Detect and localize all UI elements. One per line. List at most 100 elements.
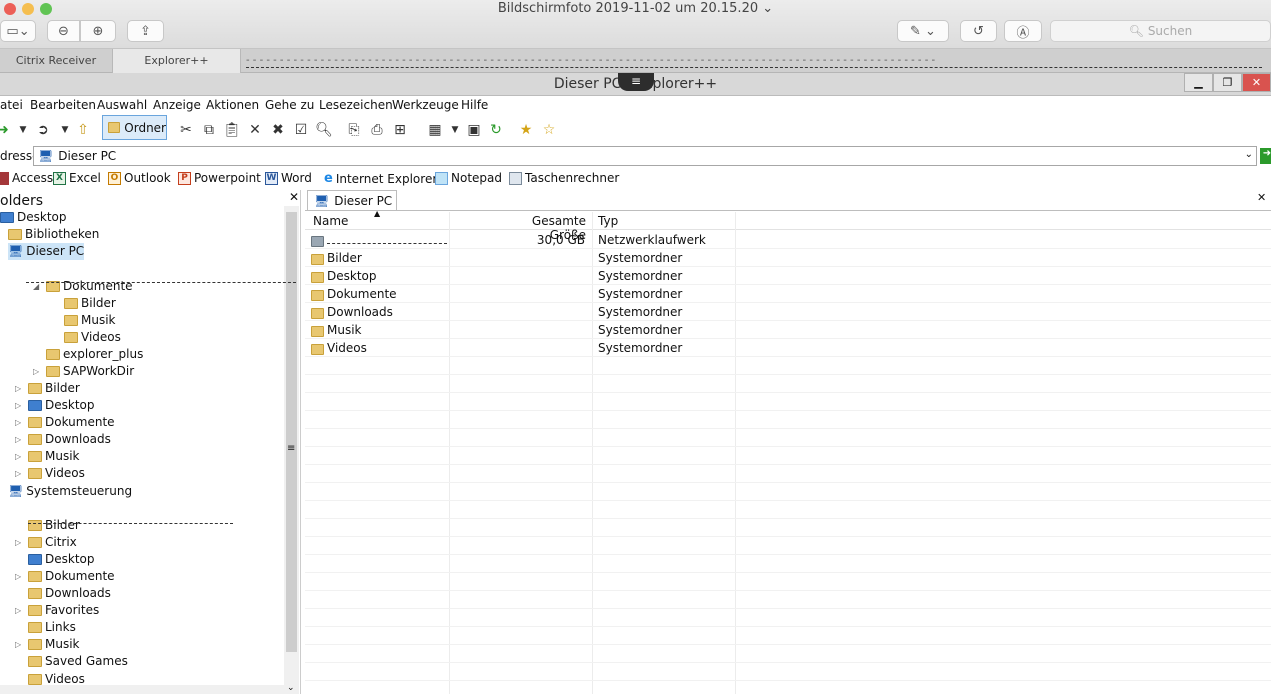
- chevron-down-icon[interactable]: ⌄: [1245, 149, 1253, 160]
- file-row[interactable]: Desktop Systemordner: [305, 267, 1271, 285]
- tree-item[interactable]: Bibliotheken: [8, 226, 99, 243]
- tab-citrix-receiver[interactable]: Citrix Receiver: [0, 49, 113, 73]
- close-tab-icon[interactable]: ✕: [1257, 191, 1266, 204]
- expand-icon[interactable]: ◢: [33, 282, 39, 291]
- tree-item[interactable]: Musik: [64, 312, 116, 329]
- refresh-icon[interactable]: ↻: [487, 121, 505, 139]
- file-row[interactable]: Downloads Systemordner: [305, 303, 1271, 321]
- tree-item[interactable]: Desktop: [0, 209, 67, 226]
- bookmark-outlook[interactable]: O Outlook: [108, 171, 171, 185]
- menu-aktionen[interactable]: Aktionen: [206, 98, 259, 112]
- menu-datei[interactable]: atei: [0, 98, 23, 112]
- menu-werkzeuge[interactable]: Werkzeuge: [392, 98, 459, 112]
- copy-to-icon[interactable]: ⎘: [345, 121, 363, 139]
- delete-icon[interactable]: ✕: [246, 121, 264, 139]
- tree-item[interactable]: Videos: [64, 329, 121, 346]
- file-row[interactable]: Dokumente Systemordner: [305, 285, 1271, 303]
- expand-icon[interactable]: ▷: [15, 538, 21, 547]
- menu-anzeige[interactable]: Anzeige: [153, 98, 201, 112]
- add-bookmark-icon[interactable]: ★: [517, 121, 535, 139]
- menu-gehe-zu[interactable]: Gehe zu: [265, 98, 314, 112]
- tree-item[interactable]: Saved Games: [28, 653, 128, 670]
- rotate-button[interactable]: ↺: [960, 20, 997, 42]
- tree-item[interactable]: explorer_plus: [46, 346, 143, 363]
- file-row[interactable]: Videos Systemordner: [305, 339, 1271, 357]
- up-folder-icon[interactable]: ⇧: [74, 121, 92, 139]
- annotate-button[interactable]: Ⓐ: [1004, 20, 1042, 42]
- close-button[interactable]: ✕: [1242, 73, 1271, 92]
- menu-bearbeiten[interactable]: Bearbeiten: [30, 98, 96, 112]
- command-prompt-icon[interactable]: ▣: [465, 121, 483, 139]
- expand-icon[interactable]: ▷: [15, 572, 21, 581]
- tree-item[interactable]: SAPWorkDir: [46, 363, 134, 380]
- tree-item[interactable]: Videos: [28, 465, 85, 482]
- column-name[interactable]: Name: [313, 214, 348, 228]
- tree-item[interactable]: 🖥︎ Dieser PC: [8, 243, 85, 260]
- tree-item[interactable]: Dokumente: [28, 568, 115, 585]
- address-input[interactable]: 🖥︎ Dieser PC ⌄: [33, 146, 1257, 166]
- file-row[interactable]: 30,0 GB Netzwerklaufwerk: [305, 231, 1271, 249]
- menu-lesezeichen[interactable]: Lesezeichen: [319, 98, 393, 112]
- bookmark-access[interactable]: Access: [0, 171, 53, 185]
- tree-item[interactable]: Bilder: [64, 295, 116, 312]
- close-folders-icon[interactable]: ✕: [289, 190, 299, 204]
- tree-item[interactable]: Desktop: [28, 397, 95, 414]
- expand-icon[interactable]: ▷: [33, 367, 39, 376]
- forward-icon[interactable]: ➲: [34, 121, 52, 139]
- tree-item[interactable]: Bilder: [28, 380, 80, 397]
- zoom-out-button[interactable]: ⊖: [47, 20, 80, 42]
- menu-auswahl[interactable]: Auswahl: [97, 98, 147, 112]
- minimize-button[interactable]: ▁: [1184, 73, 1213, 92]
- back-dropdown-icon[interactable]: ▼: [14, 121, 32, 139]
- tree-item[interactable]: Links: [28, 619, 76, 636]
- bookmark-internet-explorer[interactable]: e Internet Explorer: [324, 171, 437, 186]
- expand-icon[interactable]: ▷: [15, 469, 21, 478]
- cut-icon[interactable]: ✂: [177, 121, 195, 139]
- new-folder-icon[interactable]: ⊞: [391, 121, 409, 139]
- horizontal-scrollbar[interactable]: [0, 685, 284, 694]
- paste-icon[interactable]: 📋︎: [223, 121, 241, 139]
- copy-icon[interactable]: ⧉: [200, 121, 218, 139]
- tree-item[interactable]: Musik: [28, 448, 80, 465]
- tree-item[interactable]: Citrix: [28, 534, 77, 551]
- scroll-down-icon[interactable]: ⌄: [287, 683, 295, 693]
- menu-handle-icon[interactable]: ≡: [618, 73, 654, 91]
- go-icon[interactable]: ➜: [1260, 148, 1271, 164]
- folders-toggle-button[interactable]: Ordner: [102, 115, 167, 140]
- tree-item[interactable]: Musik: [28, 636, 80, 653]
- views-icon[interactable]: ▦: [426, 121, 444, 139]
- search-input[interactable]: 🔍︎ Suchen: [1050, 20, 1271, 42]
- back-icon[interactable]: ➜: [0, 121, 12, 139]
- tree-item[interactable]: Downloads: [28, 585, 111, 602]
- tree-item[interactable]: 🖥︎ Systemsteuerung: [8, 483, 132, 500]
- expand-icon[interactable]: ▷: [15, 452, 21, 461]
- expand-icon[interactable]: ▷: [15, 418, 21, 427]
- properties-icon[interactable]: ☑: [292, 121, 310, 139]
- expand-icon[interactable]: ▷: [15, 435, 21, 444]
- bookmark-taschenrechner[interactable]: Taschenrechner: [509, 171, 619, 185]
- bookmark-word[interactable]: W Word: [265, 171, 312, 185]
- share-button[interactable]: ⇪: [127, 20, 164, 42]
- expand-icon[interactable]: ▷: [15, 401, 21, 410]
- tree-item[interactable]: Dokumente: [28, 414, 115, 431]
- restore-button[interactable]: ❐: [1213, 73, 1242, 92]
- zoom-in-button[interactable]: ⊕: [80, 20, 116, 42]
- sidebar-toggle-button[interactable]: ▭⌄: [0, 20, 36, 42]
- column-type[interactable]: Typ: [598, 214, 618, 228]
- menu-hilfe[interactable]: Hilfe: [461, 98, 488, 112]
- markup-button[interactable]: ✎ ⌄: [897, 20, 949, 42]
- tab-dieser-pc[interactable]: 🖥︎ Dieser PC: [307, 190, 397, 210]
- bookmarks-icon[interactable]: ☆: [540, 121, 558, 139]
- bookmark-notepad[interactable]: Notepad: [435, 171, 502, 185]
- views-dropdown-icon[interactable]: ▼: [446, 121, 464, 139]
- expand-icon[interactable]: ▷: [15, 384, 21, 393]
- bookmark-excel[interactable]: X Excel: [53, 171, 101, 185]
- tree-item[interactable]: Favorites: [28, 602, 99, 619]
- expand-icon[interactable]: ▷: [15, 606, 21, 615]
- delete-permanently-icon[interactable]: ✖: [269, 121, 287, 139]
- move-to-icon[interactable]: ⎙: [368, 121, 386, 139]
- tree-item[interactable]: Downloads: [28, 431, 111, 448]
- bookmark-powerpoint[interactable]: P Powerpoint: [178, 171, 261, 185]
- file-row[interactable]: Bilder Systemordner: [305, 249, 1271, 267]
- search-files-icon[interactable]: 🔍︎: [315, 121, 333, 139]
